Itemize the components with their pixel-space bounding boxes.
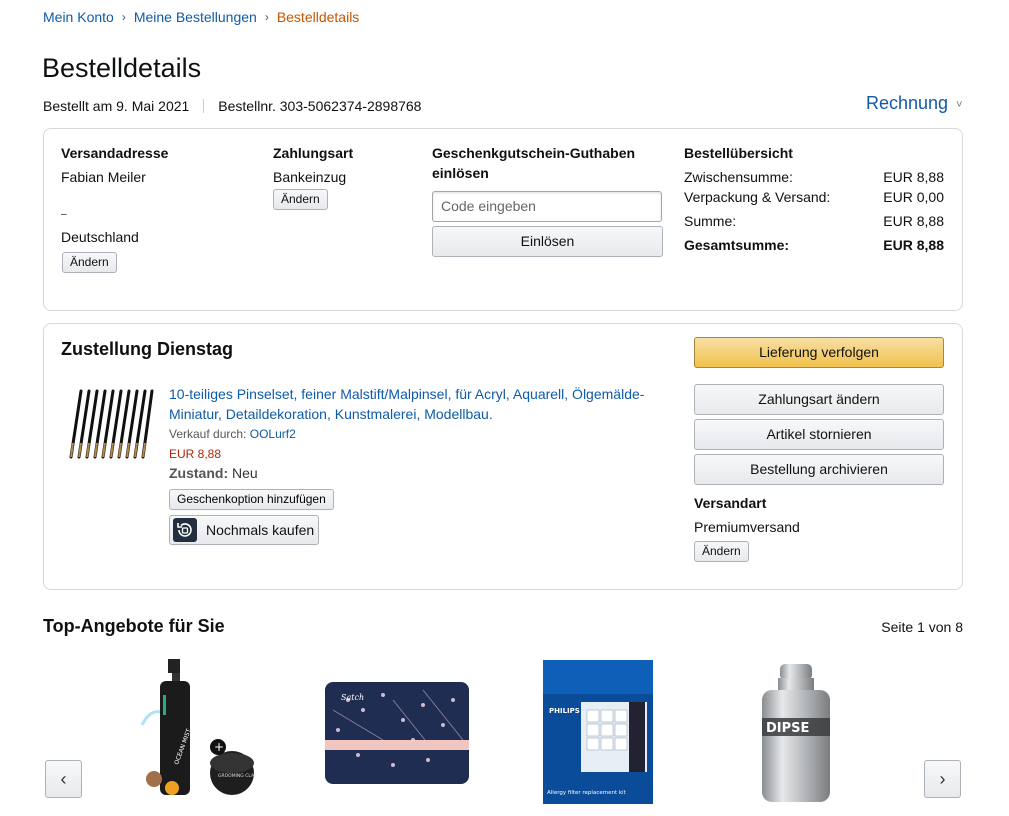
add-gift-option-button[interactable]: Geschenkoption hinzufügen [169,489,334,510]
gift-card-heading-line1: Geschenkgutschein-Guthaben [432,145,636,161]
buy-again-icon [173,518,197,542]
summary-row-total: Gesamtsumme: EUR 8,88 [684,235,944,255]
product-title-link[interactable]: 10-teiliges Pinselset, feiner Malstift/M… [169,384,679,424]
summary-heading: Bestellübersicht [684,145,793,161]
shipping-address-heading: Versandadresse [61,145,169,161]
product-3-brand: PHILIPS [549,707,580,715]
archive-order-button[interactable]: Bestellung archivieren [694,454,944,485]
summary-row-shipping: Verpackung & Versand: EUR 0,00 [684,187,944,207]
summary-label: Summe: [684,213,737,229]
shipping-name: Fabian Meiler [61,169,146,185]
product-2-brand: Satch [341,693,364,702]
breadcrumb-separator: › [121,10,126,24]
sold-by-label: Verkauf durch: [169,427,247,441]
redeem-button[interactable]: Einlösen [432,226,663,257]
order-meta: Bestellt am 9. Mai 2021 Bestellnr. 303-5… [43,98,421,114]
invoice-dropdown[interactable]: Rechnung ˅ [866,93,963,114]
product-price: EUR 8,88 [169,447,222,461]
product-condition: Zustand: Neu [169,465,258,481]
change-payment-button[interactable]: Ändern [273,189,328,210]
summary-row-sum: Summe: EUR 8,88 [684,211,944,231]
summary-row-subtotal: Zwischensumme: EUR 8,88 [684,167,944,187]
summary-value: EUR 8,88 [883,213,944,229]
recommendations-heading: Top-Angebote für Sie [43,616,225,636]
chevron-left-icon: ‹ [60,768,67,789]
order-number: Bestellnr. 303-5062374-2898768 [218,98,422,114]
seller-link[interactable]: OOLurf2 [250,427,296,441]
summary-value: EUR 8,88 [883,169,944,185]
shipping-country: Deutschland [61,229,139,245]
summary-label: Gesamtsumme: [684,237,790,253]
svg-text:+: + [214,740,224,754]
breadcrumb-my-orders-link[interactable]: Meine Bestellungen [134,9,257,25]
product-1-sublabel: GROOMING CLAY [218,773,257,779]
brush-set-product-image[interactable] [65,385,155,465]
summary-label: Verpackung & Versand: [684,189,831,205]
summary-value: EUR 0,00 [883,189,944,205]
chevron-right-icon: › [939,768,946,789]
carousel-next-button[interactable]: › [924,760,961,798]
breadcrumb-current: Bestelldetails [276,9,360,25]
chevron-down-icon: ˅ [956,98,963,111]
breadcrumb: Mein Konto › Meine Bestellungen › Bestel… [43,9,359,25]
gift-code-input[interactable]: Code eingeben [432,191,662,222]
recommended-product-3[interactable]: PHILIPS Allergy filter replacement kit [541,658,655,806]
sold-by: Verkauf durch: OOLurf2 [169,427,296,441]
track-package-button[interactable]: Lieferung verfolgen [694,337,944,368]
carousel-prev-button[interactable]: ‹ [45,760,82,798]
buy-again-label: Nochmals kaufen [206,522,315,538]
condition-value: Neu [232,465,258,481]
delivery-heading: Zustellung Dienstag [61,339,234,359]
change-address-button[interactable]: Ändern [62,252,117,273]
gift-card-heading-line2: einlösen [432,165,489,181]
payment-method: Bankeinzug [273,169,347,185]
summary-value: EUR 8,88 [883,237,944,253]
page-title: Bestelldetails [42,53,202,83]
condition-label: Zustand: [169,465,229,481]
carousel-page-indicator: Seite 1 von 8 [881,619,963,635]
shipping-method-value: Premiumversand [694,519,800,535]
meta-divider [203,99,205,113]
breadcrumb-my-account-link[interactable]: Mein Konto [43,9,114,25]
payment-heading: Zahlungsart [273,145,354,161]
breadcrumb-separator: › [264,10,269,24]
shipping-method-heading: Versandart [694,495,767,511]
recommended-product-2[interactable]: Satch [323,680,471,786]
cancel-items-button[interactable]: Artikel stornieren [694,419,944,450]
change-shipping-method-button[interactable]: Ändern [694,541,749,562]
product-3-caption: Allergy filter replacement kit [547,790,627,796]
invoice-label: Rechnung [866,93,949,113]
buy-again-button[interactable]: Nochmals kaufen [169,515,319,545]
shipping-address-line: – [61,209,67,220]
product-4-brand: DIPSE [766,721,809,736]
summary-label: Zwischensumme: [684,169,793,185]
recommended-product-1[interactable]: OCEAN MIST GROOMING CLAY + [132,655,262,805]
change-payment-method-button[interactable]: Zahlungsart ändern [694,384,944,415]
order-date: Bestellt am 9. Mai 2021 [43,98,190,114]
recommended-product-4[interactable]: DIPSE [756,660,836,806]
